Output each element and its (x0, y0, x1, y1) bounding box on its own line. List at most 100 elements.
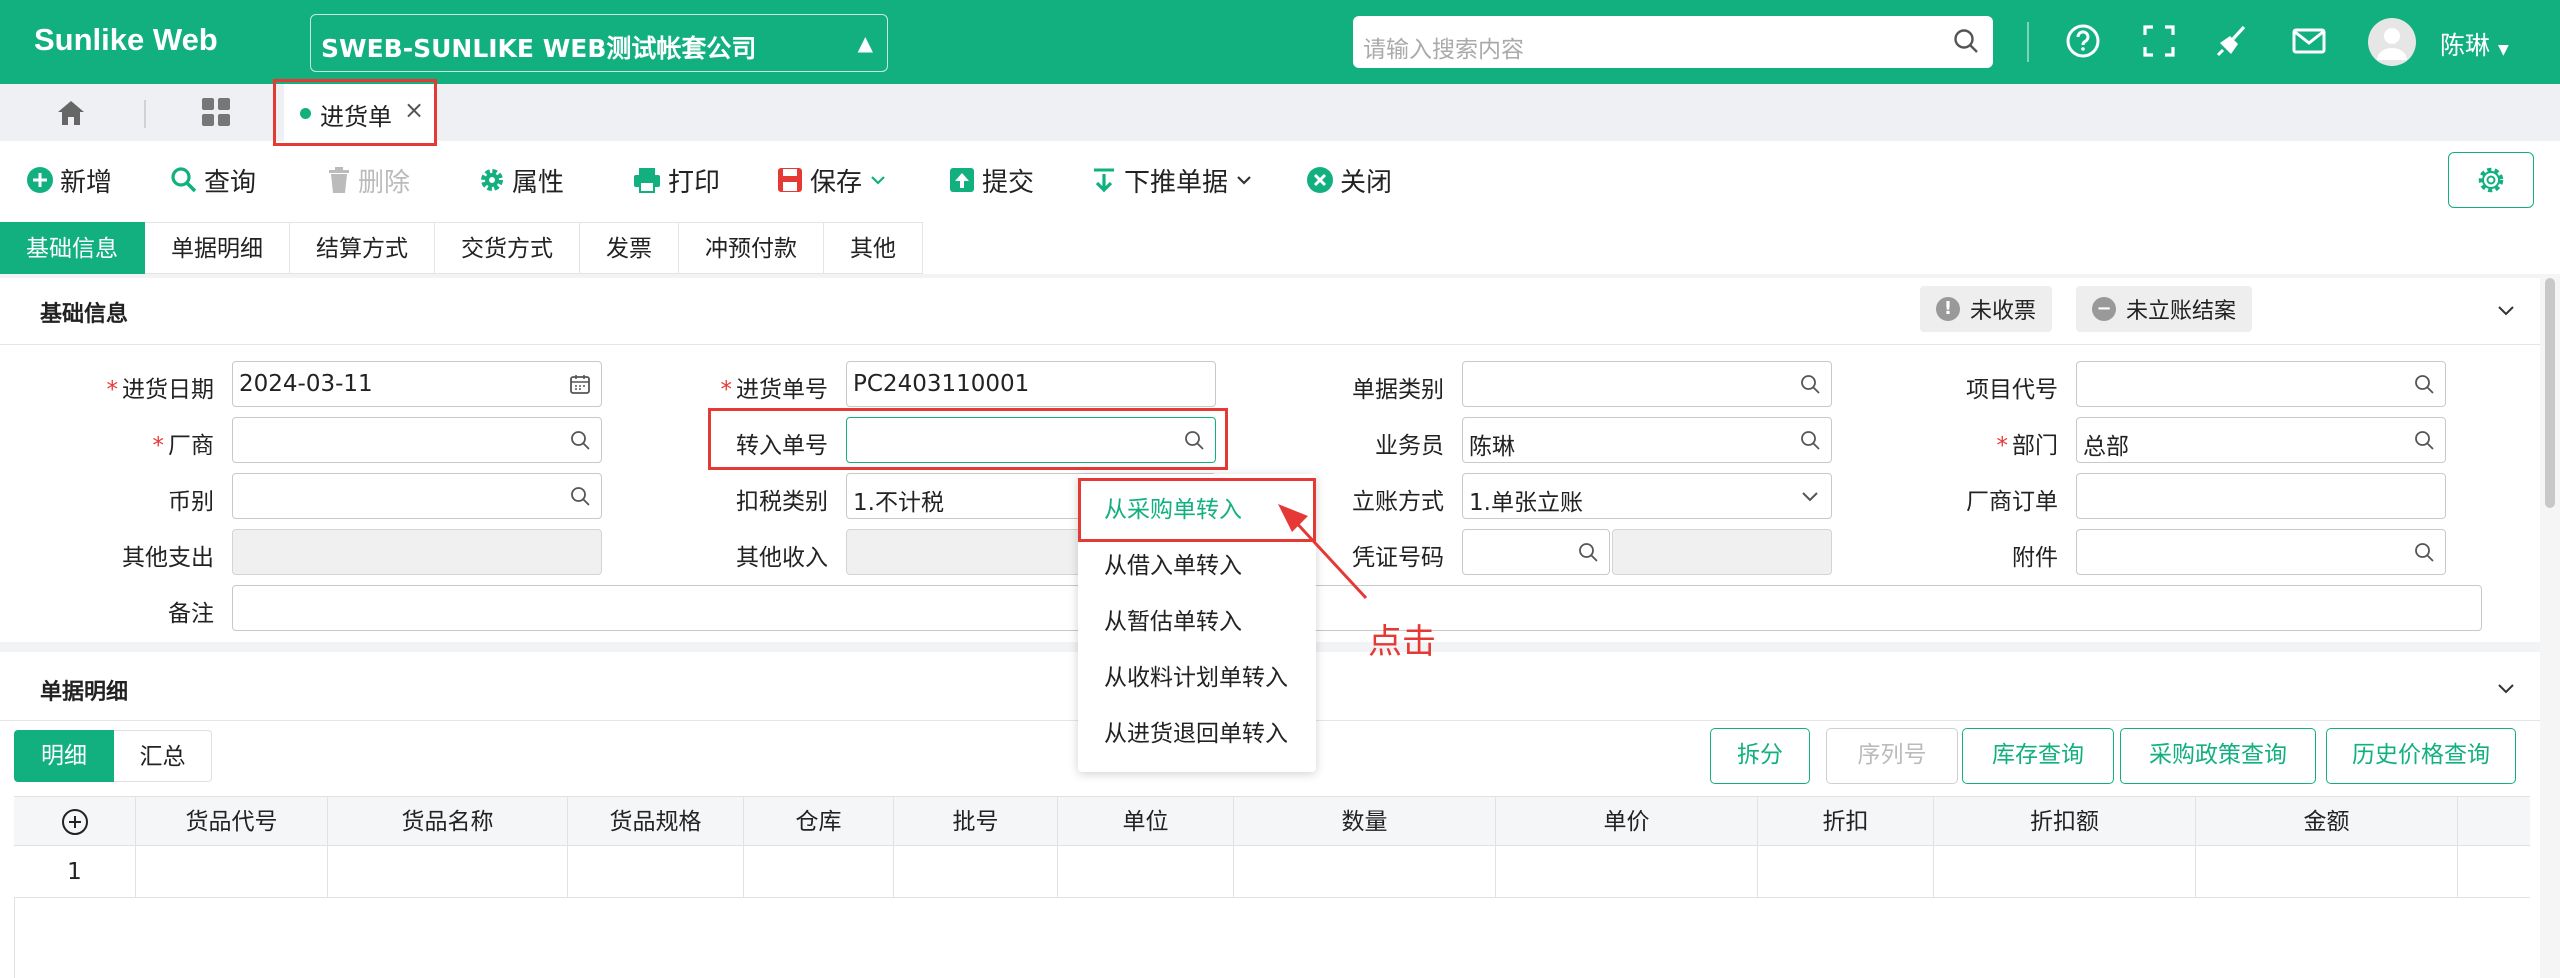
search-icon[interactable] (2413, 541, 2435, 563)
col-discount[interactable]: 折扣 (1758, 797, 1934, 847)
detail-grid-header: 货品代号 货品名称 货品规格 仓库 批号 单位 数量 单价 折扣 折扣额 金额 (14, 796, 2530, 847)
col-batch[interactable]: 批号 (894, 797, 1058, 847)
close-circle-icon (1307, 167, 1333, 193)
tab-settlement[interactable]: 结算方式 (290, 222, 435, 274)
chevron-down-icon[interactable] (1799, 485, 1821, 507)
search-input[interactable]: 请输入搜索内容 (1353, 16, 1993, 68)
tab-invoice[interactable]: 发票 (580, 222, 679, 274)
salesperson-field[interactable]: 陈琳 (1462, 417, 1832, 463)
properties-button[interactable]: 属性 (478, 160, 564, 200)
search-icon[interactable] (1951, 26, 1981, 56)
col-unit[interactable]: 单位 (1058, 797, 1234, 847)
menu-item-from-receiving-plan[interactable]: 从收料计划单转入 (1078, 650, 1316, 706)
add-button[interactable]: 新增 (26, 160, 112, 200)
purchase-policy-button[interactable]: 采购政策查询 (2120, 728, 2316, 784)
click-hint: 点击 (1368, 622, 1436, 662)
currency-field[interactable] (232, 473, 602, 519)
grid-apps-icon[interactable] (200, 96, 232, 128)
delete-button[interactable]: 删除 (326, 160, 410, 200)
invoice-status: 未收票 (1970, 299, 2037, 324)
printer-icon (634, 168, 660, 193)
tab-other[interactable]: 其他 (824, 222, 923, 274)
col-discount-amount[interactable]: 折扣额 (1934, 797, 2196, 847)
serial-button[interactable]: 序列号 (1826, 728, 1958, 784)
cell-item-name[interactable] (328, 846, 568, 898)
subtab-summary[interactable]: 汇总 (114, 730, 212, 782)
table-row[interactable]: 1 (14, 846, 2530, 898)
cell-discount-amount[interactable] (1934, 846, 2196, 898)
voucher-no-field[interactable] (1462, 529, 1610, 575)
attachment-field[interactable] (2076, 529, 2446, 575)
search-icon[interactable] (1799, 429, 1821, 451)
save-label: 保存 (810, 167, 863, 198)
split-button[interactable]: 拆分 (1710, 728, 1810, 784)
doc-category-label: 单据类别 (1352, 377, 1444, 403)
help-icon[interactable] (2064, 22, 2102, 60)
scrollbar-thumb[interactable] (2545, 278, 2555, 508)
settings-button[interactable] (2448, 152, 2534, 208)
close-button[interactable]: 关闭 (1306, 160, 1392, 200)
cell-batch[interactable] (894, 846, 1058, 898)
cell-unit[interactable] (1058, 846, 1234, 898)
subtab-detail[interactable]: 明细 (14, 730, 114, 782)
project-code-field[interactable] (2076, 361, 2446, 407)
stock-query-button[interactable]: 库存查询 (1962, 728, 2114, 784)
vendor-label: * 厂商 (152, 433, 215, 459)
save-button[interactable]: 保存 (776, 160, 888, 200)
col-unit-price[interactable]: 单价 (1496, 797, 1758, 847)
submit-button[interactable]: 提交 (948, 160, 1034, 200)
col-item-code[interactable]: 货品代号 (136, 797, 328, 847)
push-down-button[interactable]: 下推单据 (1090, 160, 1254, 200)
department-field[interactable]: 总部 (2076, 417, 2446, 463)
date-field[interactable]: 2024-03-11 (232, 361, 602, 407)
tab-doc-detail[interactable]: 单据明细 (145, 222, 290, 274)
broom-icon[interactable] (2214, 22, 2252, 60)
avatar[interactable] (2368, 18, 2416, 66)
plus-circle-icon (27, 167, 53, 193)
calendar-icon[interactable] (569, 373, 591, 395)
query-button[interactable]: 查询 (170, 160, 256, 200)
print-button[interactable]: 打印 (632, 160, 720, 200)
search-icon[interactable] (2413, 373, 2435, 395)
col-quantity[interactable]: 数量 (1234, 797, 1496, 847)
cell-item-spec[interactable] (568, 846, 744, 898)
tab-prepayment[interactable]: 冲预付款 (679, 222, 824, 274)
doc-no-field[interactable]: PC2403110001 (846, 361, 1216, 407)
vendor-order-field[interactable] (2076, 473, 2446, 519)
print-label: 打印 (668, 167, 721, 198)
collapse-chevron-icon[interactable] (2494, 298, 2518, 322)
search-icon[interactable] (569, 485, 591, 507)
cell-item-code[interactable] (136, 846, 328, 898)
search-icon[interactable] (2413, 429, 2435, 451)
cell-discount[interactable] (1758, 846, 1934, 898)
add-row-icon[interactable] (60, 807, 90, 837)
cell-unit-price[interactable] (1496, 846, 1758, 898)
tab-delivery[interactable]: 交货方式 (435, 222, 580, 274)
price-history-button[interactable]: 历史价格查询 (2326, 728, 2516, 784)
cell-amount[interactable] (2196, 846, 2458, 898)
user-menu[interactable]: 陈琳 ▼ (2440, 26, 2509, 62)
search-icon[interactable] (1577, 541, 1599, 563)
company-selector[interactable]: SWEB-SUNLIKE WEB测试帐套公司 ▲ (310, 14, 888, 72)
menu-item-from-purchase-return[interactable]: 从进货退回单转入 (1078, 706, 1316, 762)
collapse-chevron-icon[interactable] (2494, 676, 2518, 700)
tab-basic-info[interactable]: 基础信息 (0, 222, 145, 274)
search-icon[interactable] (569, 429, 591, 451)
search-icon[interactable] (1799, 373, 1821, 395)
col-warehouse[interactable]: 仓库 (744, 797, 894, 847)
fullscreen-icon[interactable] (2140, 22, 2178, 60)
add-row-column[interactable] (14, 797, 136, 847)
home-icon[interactable] (54, 96, 88, 130)
vendor-field[interactable] (232, 417, 602, 463)
col-item-name[interactable]: 货品名称 (328, 797, 568, 847)
cell-warehouse[interactable] (744, 846, 894, 898)
doc-category-field[interactable] (1462, 361, 1832, 407)
vendor-order-label: 厂商订单 (1966, 489, 2058, 515)
col-item-spec[interactable]: 货品规格 (568, 797, 744, 847)
cell-quantity[interactable] (1234, 846, 1496, 898)
topbar-divider (2027, 22, 2029, 62)
mail-icon[interactable] (2290, 22, 2328, 60)
col-amount[interactable]: 金额 (2196, 797, 2458, 847)
divider (0, 344, 2540, 345)
account-method-select[interactable]: 1.单张立账 (1462, 473, 1832, 519)
